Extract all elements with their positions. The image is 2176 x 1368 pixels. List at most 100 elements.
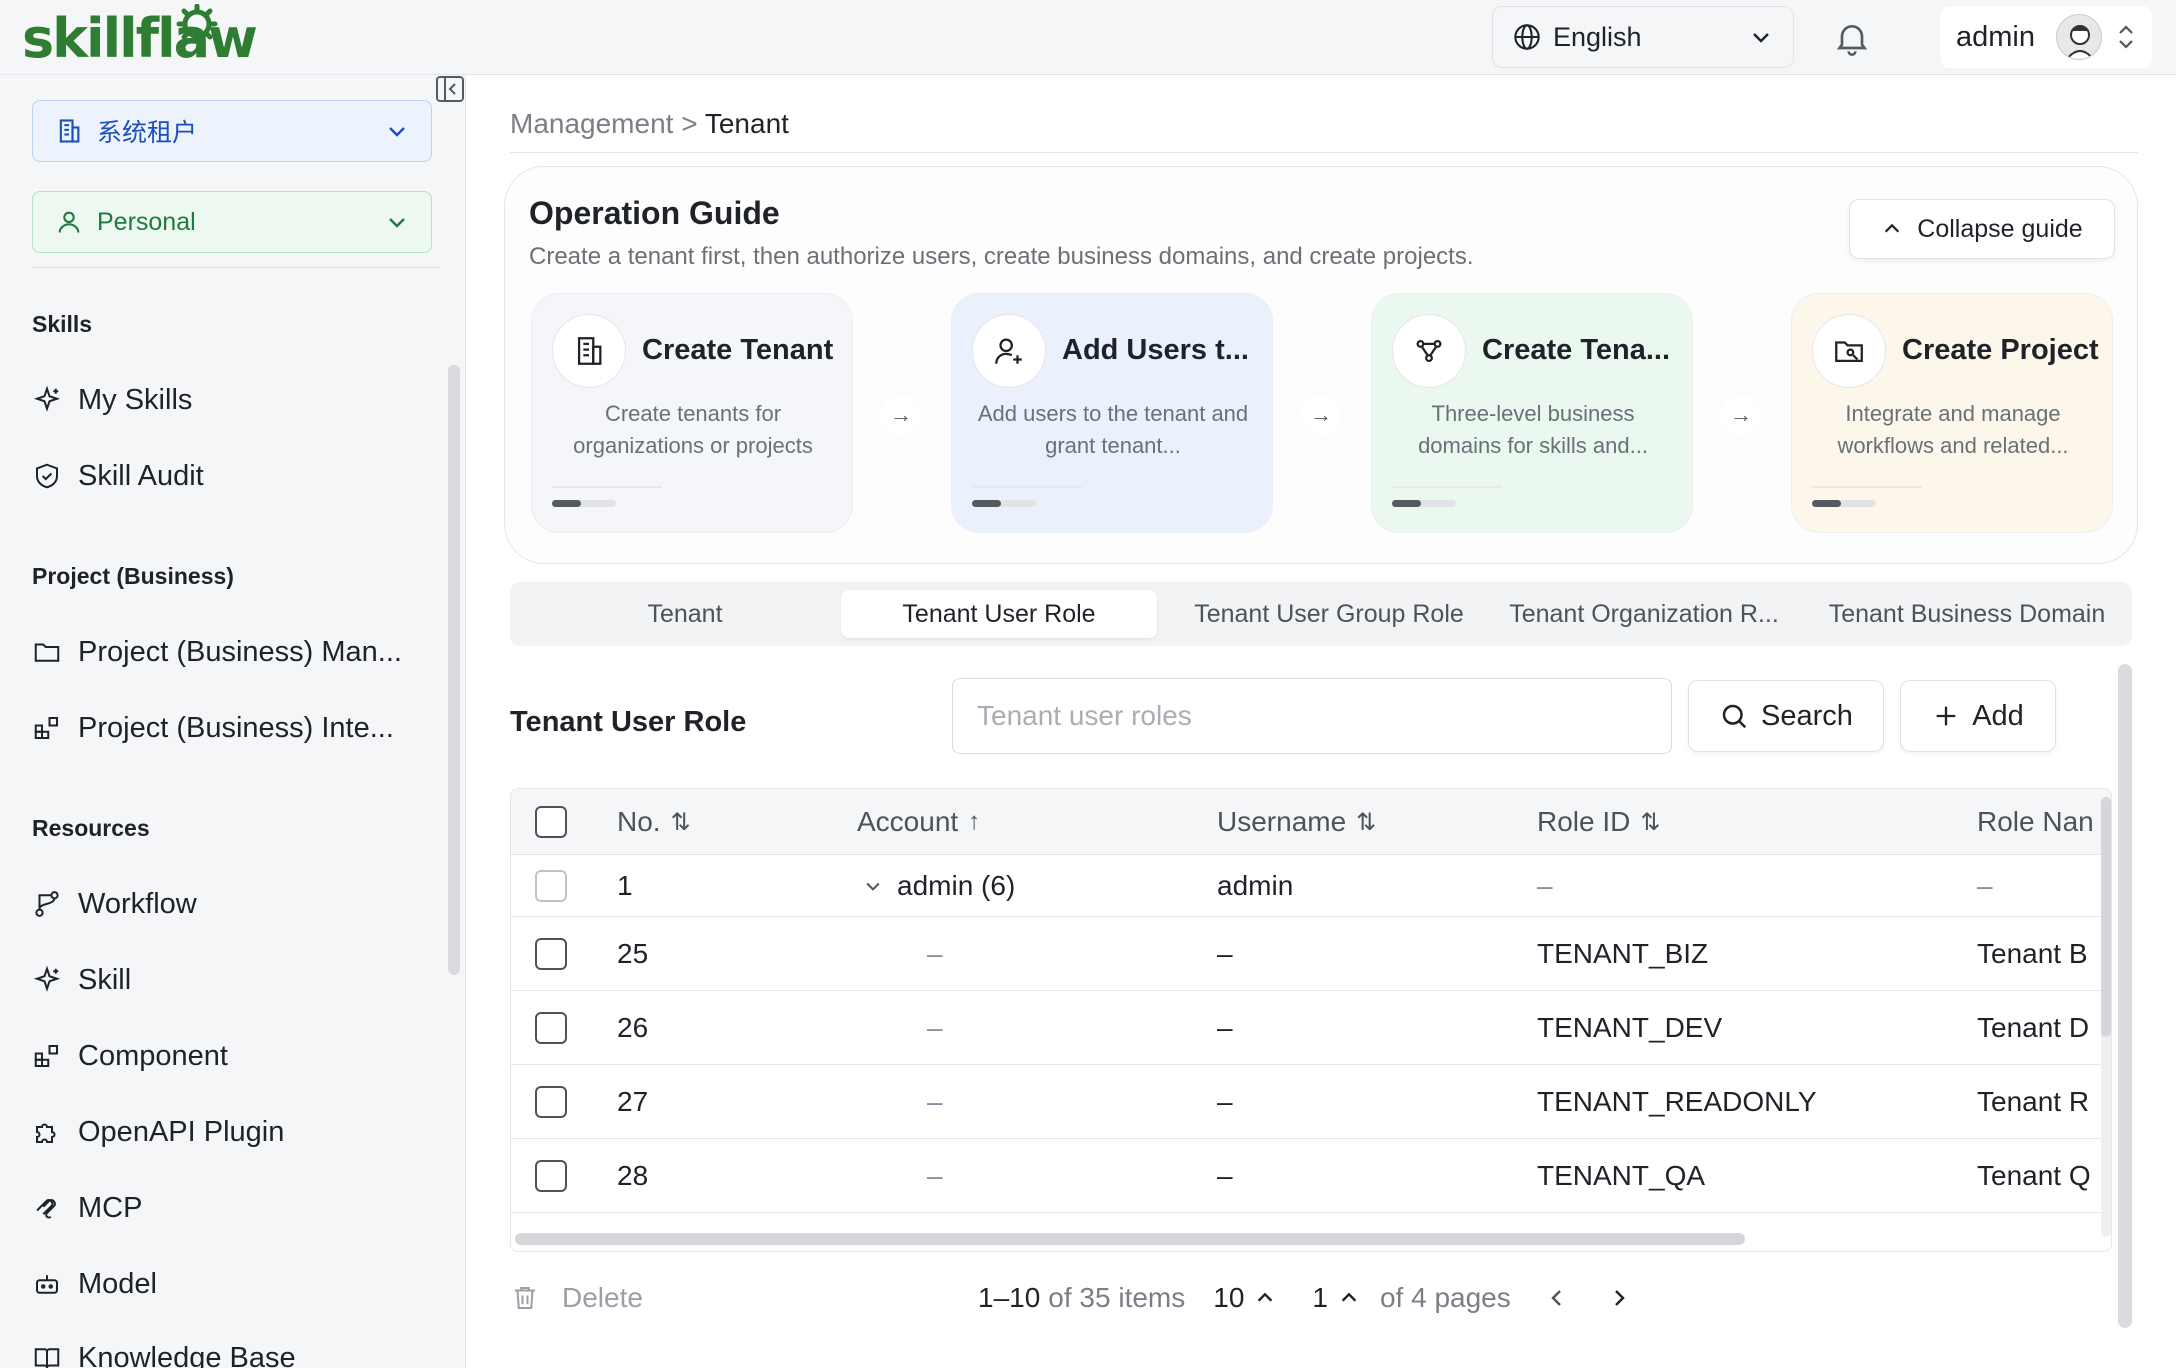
search-button[interactable]: Search — [1688, 680, 1884, 752]
blocks-icon — [34, 717, 58, 739]
sparkle-icon — [33, 965, 61, 992]
project-icon — [1812, 314, 1886, 388]
table-row[interactable]: 25 – – TENANT_BIZ Tenant B — [511, 917, 2111, 991]
tab-tenant[interactable]: Tenant — [518, 590, 852, 638]
sidebar-item-model[interactable]: Model — [32, 1259, 432, 1309]
app-logo[interactable]: skillflaw — [22, 4, 258, 68]
guide-card-add-users[interactable]: Add Users t... Add users to the tenant a… — [951, 293, 1273, 533]
column-header-no[interactable]: No. ⇅ — [617, 789, 691, 855]
table-row[interactable]: 28 – – TENANT_QA Tenant Q — [511, 1139, 2111, 1213]
bell-icon[interactable] — [1832, 18, 1872, 58]
chevron-down-icon — [389, 127, 405, 137]
tab-tenant-user-role[interactable]: Tenant User Role — [841, 590, 1157, 638]
arrow-right-icon: → — [1721, 395, 1761, 435]
row-checkbox[interactable] — [535, 917, 567, 990]
mcp-icon — [36, 1199, 56, 1219]
sidebar-item-component[interactable]: Component — [32, 1031, 432, 1081]
page-select[interactable]: 1 — [1312, 1282, 1328, 1314]
table-row[interactable]: 27 – – TENANT_READONLY Tenant R — [511, 1065, 2111, 1139]
sidebar-item-openapi-plugin[interactable]: OpenAPI Plugin — [32, 1107, 432, 1157]
column-header-account[interactable]: Account ↑ — [857, 789, 980, 855]
sidebar-scrollbar[interactable] — [448, 365, 460, 975]
tab-tenant-business-domain[interactable]: Tenant Business Domain — [1808, 590, 2126, 638]
table-header: No. ⇅ Account ↑ Username ⇅ Role ID ⇅ Role Na… — [511, 789, 2111, 855]
breadcrumb: Management > Tenant — [510, 108, 789, 140]
building-icon — [59, 119, 80, 143]
chevron-left-icon[interactable] — [1545, 1286, 1569, 1310]
column-header-role-name[interactable]: Role Nan — [1977, 789, 2094, 855]
expand-chevron-icon[interactable] — [863, 855, 883, 916]
sidebar-item-project-integration[interactable]: Project (Business) Inte... — [32, 703, 432, 753]
tab-bar: Tenant Tenant User Role Tenant User Grou… — [510, 582, 2132, 646]
sidebar-section-resources: Resources — [32, 815, 150, 841]
page-size-select[interactable]: 10 — [1213, 1282, 1244, 1314]
guide-card-create-business-domain[interactable]: Create Tena... Three-level business doma… — [1371, 293, 1693, 533]
chevron-up-icon — [1885, 223, 1900, 233]
table-row[interactable]: 1 admin (6) admin – – — [511, 855, 2111, 917]
network-icon — [1392, 314, 1466, 388]
breadcrumb-current: Tenant — [704, 108, 789, 139]
sidebar-item-workflow[interactable]: Workflow — [32, 879, 432, 929]
table-horizontal-scrollbar[interactable] — [515, 1233, 1745, 1245]
puzzle-icon — [36, 1123, 56, 1143]
operation-guide: Operation Guide Create a tenant first, t… — [504, 166, 2138, 564]
tenant-select[interactable]: 系统租户 — [32, 100, 432, 162]
chevron-right-icon[interactable] — [1607, 1286, 1631, 1310]
row-checkbox[interactable] — [535, 1065, 567, 1138]
space-select[interactable]: Personal — [32, 191, 432, 253]
guide-card-desc: Add users to the tenant and grant tenant… — [977, 401, 1249, 458]
chevron-up-icon[interactable] — [1338, 1287, 1360, 1309]
chevron-updown-icon — [2119, 25, 2133, 49]
delete-button[interactable]: Delete — [510, 1276, 643, 1320]
building-icon — [552, 314, 626, 388]
sort-icon: ⇅ — [1640, 808, 1661, 836]
sidebar-item-skill-audit[interactable]: Skill Audit — [32, 451, 432, 501]
guide-subtitle: Create a tenant first, then authorize us… — [529, 243, 1474, 270]
sidebar-collapse-icon[interactable] — [436, 76, 464, 102]
select-all-checkbox[interactable] — [535, 789, 567, 855]
chevron-up-icon[interactable] — [1254, 1287, 1276, 1309]
sidebar-item-knowledge-base[interactable]: Knowledge Base — [32, 1333, 432, 1368]
guide-card-divider — [1392, 486, 1502, 488]
sparkle-icon — [33, 385, 61, 412]
sidebar-item-skill[interactable]: Skill — [32, 955, 432, 1005]
guide-card-create-tenant[interactable]: Create Tenant Create tenants for organiz… — [531, 293, 853, 533]
guide-card-progress — [552, 500, 616, 507]
guide-card-desc: Integrate and manage workflows and relat… — [1837, 401, 2069, 458]
sidebar-item-my-skills[interactable]: My Skills — [32, 375, 432, 425]
main-scrollbar[interactable] — [2118, 664, 2132, 1328]
column-header-role-id[interactable]: Role ID ⇅ — [1537, 789, 1660, 855]
tab-tenant-user-group-role[interactable]: Tenant User Group Role — [1166, 590, 1492, 638]
add-button[interactable]: Add — [1900, 680, 2056, 752]
table-row[interactable]: 26 – – TENANT_DEV Tenant D — [511, 991, 2111, 1065]
user-menu[interactable]: admin — [1940, 6, 2152, 68]
guide-card-desc: Create tenants for organizations or proj… — [573, 401, 813, 458]
sidebar-item-mcp[interactable]: MCP — [32, 1183, 432, 1233]
blocks-icon — [34, 1045, 58, 1067]
column-header-username[interactable]: Username ⇅ — [1217, 789, 1376, 855]
collapse-guide-button[interactable]: Collapse guide — [1849, 199, 2115, 259]
row-checkbox[interactable] — [535, 855, 567, 916]
row-checkbox[interactable] — [535, 991, 567, 1064]
row-checkbox[interactable] — [535, 1139, 567, 1212]
breadcrumb-divider — [510, 152, 2138, 153]
guide-card-title: Add Users t... — [1062, 334, 1249, 366]
robot-icon — [36, 1275, 58, 1294]
language-select[interactable]: English — [1492, 6, 1794, 68]
search-icon — [1722, 704, 1747, 729]
guide-card-create-project[interactable]: Create Project Integrate and manage work… — [1791, 293, 2113, 533]
sidebar-item-project-management[interactable]: Project (Business) Man... — [32, 627, 432, 677]
tenant-user-role-table: No. ⇅ Account ↑ Username ⇅ Role ID ⇅ Role Na… — [510, 788, 2112, 1252]
top-bar: skillflaw English admin — [0, 0, 2176, 75]
guide-card-title: Create Tenant — [642, 334, 834, 366]
pagination-range: 1–10 — [978, 1282, 1041, 1313]
sidebar: 系统租户 Personal Skills My Skills Skill Aud… — [0, 75, 466, 1368]
breadcrumb-parent[interactable]: Management — [510, 108, 673, 139]
table-vertical-scrollbar[interactable] — [2101, 797, 2111, 1237]
shield-check-icon — [36, 463, 58, 489]
search-input[interactable] — [952, 678, 1672, 754]
arrow-right-icon: → — [1301, 395, 1341, 435]
workflow-icon — [35, 891, 59, 917]
tab-tenant-organization-role[interactable]: Tenant Organization R... — [1494, 590, 1794, 638]
sidebar-section-skills: Skills — [32, 311, 93, 337]
